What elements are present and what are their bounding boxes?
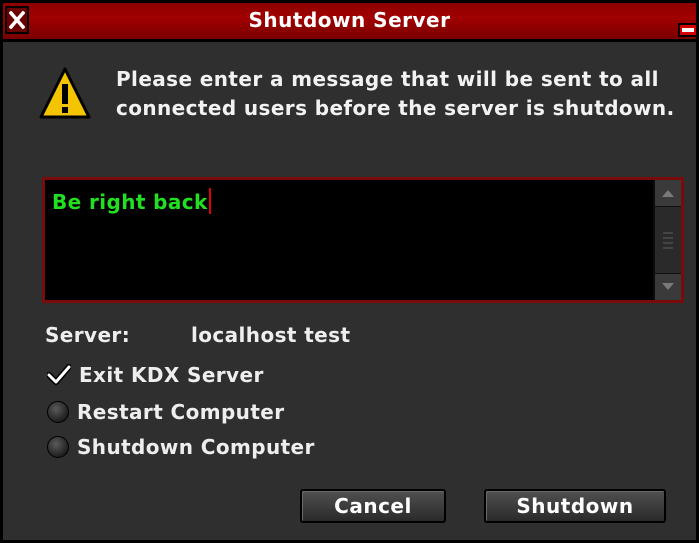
- minimize-icon: [682, 28, 694, 32]
- shutdown-dialog: Shutdown Server Please enter a message t…: [0, 0, 699, 543]
- option-restart-computer[interactable]: Restart Computer: [47, 398, 285, 426]
- server-label: Server:: [45, 323, 131, 347]
- window-title: Shutdown Server: [248, 8, 451, 32]
- text-caret: [208, 188, 211, 214]
- scroll-thumb[interactable]: [658, 208, 678, 272]
- option-label: Exit KDX Server: [79, 363, 264, 387]
- textarea-scrollbar[interactable]: [653, 180, 681, 300]
- minimize-button[interactable]: [678, 23, 698, 37]
- option-shutdown-computer[interactable]: Shutdown Computer: [47, 433, 315, 461]
- arrow-down-icon: [662, 283, 674, 290]
- cancel-button[interactable]: Cancel: [300, 489, 446, 523]
- shutdown-button[interactable]: Shutdown: [484, 489, 666, 523]
- message-textarea[interactable]: Be right back: [42, 177, 684, 303]
- radio-button[interactable]: [47, 436, 69, 458]
- option-label: Restart Computer: [77, 400, 285, 424]
- prompt-message: Please enter a message that will be sent…: [116, 67, 675, 120]
- checkmark-icon: [47, 364, 71, 385]
- message-value: Be right back: [52, 190, 208, 214]
- option-label: Shutdown Computer: [77, 435, 315, 459]
- scroll-down-button[interactable]: [655, 273, 681, 300]
- radio-button[interactable]: [47, 401, 69, 423]
- message-text: Be right back: [52, 188, 211, 214]
- option-exit-kdx-server[interactable]: Exit KDX Server: [47, 361, 264, 389]
- warning-icon: [39, 67, 91, 119]
- scroll-up-button[interactable]: [655, 180, 681, 207]
- title-bar[interactable]: Shutdown Server: [3, 3, 698, 42]
- arrow-up-icon: [662, 190, 674, 197]
- server-value: localhost test: [191, 323, 351, 347]
